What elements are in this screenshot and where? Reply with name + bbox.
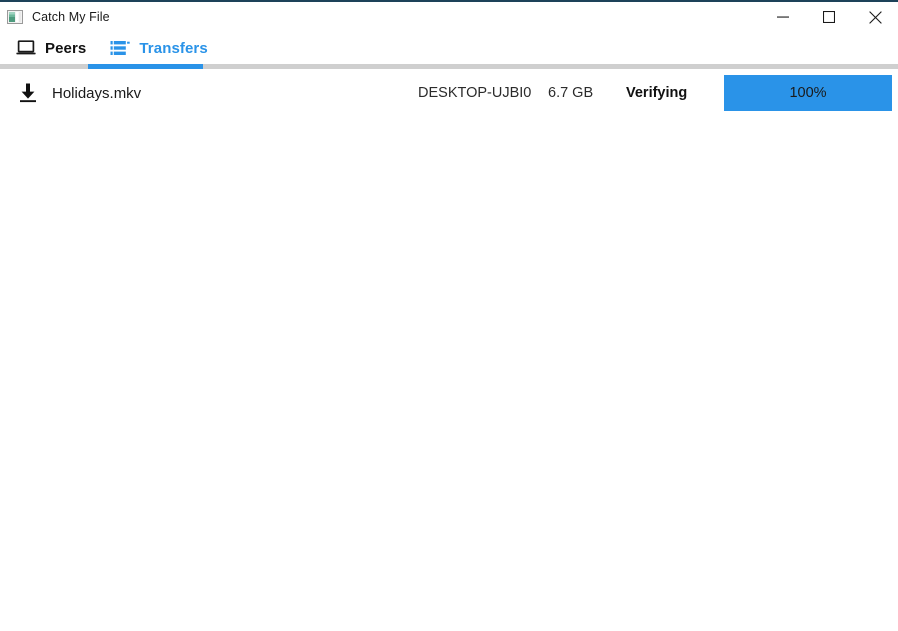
- title-bar: Catch My File: [0, 2, 898, 32]
- app-window: Catch My File Peers Transfers Holidays.m…: [0, 0, 898, 631]
- minimize-button[interactable]: [760, 2, 806, 32]
- tab-peers[interactable]: Peers: [10, 32, 96, 64]
- tab-transfers[interactable]: Transfers: [104, 32, 217, 64]
- list-icon: [110, 39, 131, 57]
- transfer-filename: Holidays.mkv: [52, 84, 142, 102]
- transfer-progress-bar: 100%: [724, 75, 892, 111]
- tab-bar: Peers Transfers: [0, 32, 898, 64]
- window-controls: [760, 2, 898, 32]
- transfer-size: 6.7 GB: [548, 85, 594, 101]
- tab-peers-label: Peers: [45, 39, 87, 57]
- download-icon: [16, 81, 40, 105]
- maximize-button[interactable]: [806, 2, 852, 32]
- picture-app-icon: [7, 9, 23, 25]
- table-row[interactable]: Holidays.mkv DESKTOP-UJBI0 6.7 GB Verify…: [0, 69, 898, 117]
- close-icon: [868, 10, 882, 24]
- minimize-icon: [777, 16, 789, 18]
- close-button[interactable]: [852, 2, 898, 32]
- window-title: Catch My File: [32, 10, 110, 24]
- transfer-list: Holidays.mkv DESKTOP-UJBI0 6.7 GB Verify…: [0, 69, 898, 631]
- laptop-icon: [16, 39, 36, 57]
- transfer-peer: DESKTOP-UJBI0: [418, 85, 532, 101]
- transfer-status: Verifying: [626, 85, 688, 101]
- maximize-icon: [823, 11, 835, 23]
- tab-transfers-label: Transfers: [139, 39, 208, 57]
- transfer-progress-label: 100%: [789, 85, 827, 101]
